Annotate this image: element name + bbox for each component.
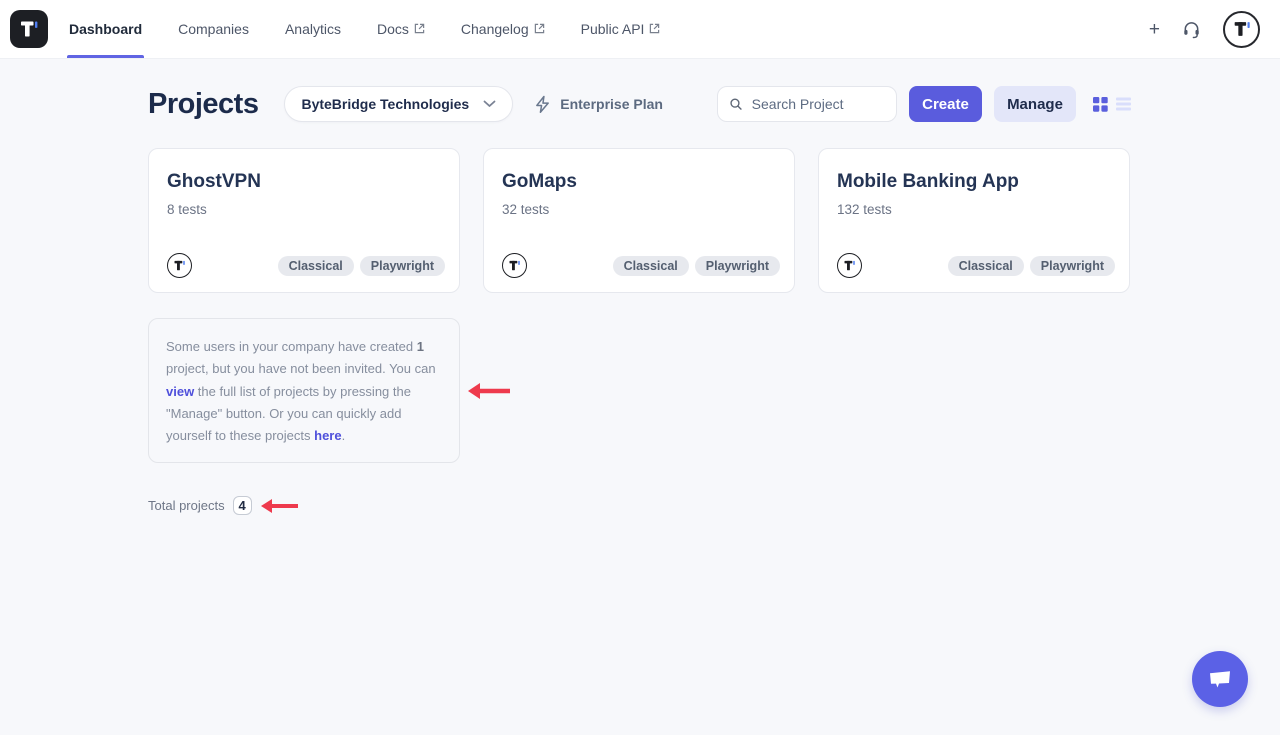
- project-name: GoMaps: [502, 171, 776, 193]
- tag-classical: Classical: [613, 256, 689, 276]
- nav-docs-label: Docs: [377, 21, 409, 37]
- nav-companies-label: Companies: [178, 21, 249, 37]
- search-project-box: [717, 86, 897, 122]
- plan-label: Enterprise Plan: [560, 96, 663, 112]
- project-card-footer: Classical Playwright: [502, 253, 780, 278]
- nav-analytics-label: Analytics: [285, 21, 341, 37]
- notice-row: Some users in your company have created …: [148, 318, 1131, 463]
- nav-dashboard-label: Dashboard: [69, 21, 142, 37]
- project-test-count: 8 tests: [167, 202, 441, 217]
- total-projects-count-badge: 4: [233, 496, 252, 515]
- nav-changelog-label: Changelog: [461, 21, 529, 37]
- page-title: Projects: [148, 88, 258, 121]
- project-tags: Classical Playwright: [948, 256, 1115, 276]
- notice-link-view[interactable]: view: [166, 384, 194, 399]
- search-project-input[interactable]: [752, 96, 885, 112]
- nav-analytics[interactable]: Analytics: [285, 0, 341, 58]
- nav-companies[interactable]: Companies: [178, 0, 249, 58]
- red-arrow-annotation: [466, 382, 512, 400]
- company-selector-dropdown[interactable]: ByteBridge Technologies: [284, 86, 513, 122]
- add-icon[interactable]: +: [1149, 20, 1160, 39]
- project-tags: Classical Playwright: [613, 256, 780, 276]
- projects-actions: Create Manage: [717, 86, 1131, 122]
- nav-docs[interactable]: Docs: [377, 0, 425, 58]
- nav-dashboard[interactable]: Dashboard: [69, 0, 142, 58]
- external-link-icon: [414, 23, 425, 34]
- view-toggles: [1093, 97, 1131, 112]
- main-content: Projects ByteBridge Technologies Enterpr…: [148, 84, 1131, 515]
- tag-playwright: Playwright: [1030, 256, 1115, 276]
- plan-indicator: Enterprise Plan: [534, 95, 663, 114]
- list-view-icon[interactable]: [1116, 97, 1131, 111]
- invitation-notice-box: Some users in your company have created …: [148, 318, 460, 463]
- nav-public-api-label: Public API: [581, 21, 645, 37]
- project-logo-icon: [837, 253, 862, 278]
- tag-classical: Classical: [948, 256, 1024, 276]
- project-tags: Classical Playwright: [278, 256, 445, 276]
- notice-link-here[interactable]: here: [314, 428, 341, 443]
- brand-t-icon: [17, 17, 41, 41]
- project-card-ghostvpn[interactable]: GhostVPN 8 tests Classical Playwright: [148, 148, 460, 293]
- tag-playwright: Playwright: [695, 256, 780, 276]
- tag-classical: Classical: [278, 256, 354, 276]
- notice-text: Some users in your company have created …: [166, 336, 442, 447]
- project-test-count: 32 tests: [502, 202, 776, 217]
- nav-public-api[interactable]: Public API: [581, 0, 661, 58]
- external-link-icon: [649, 23, 660, 34]
- project-card-mobile-banking-app[interactable]: Mobile Banking App 132 tests Classical P…: [818, 148, 1130, 293]
- nav-changelog[interactable]: Changelog: [461, 0, 545, 58]
- project-test-count: 132 tests: [837, 202, 1111, 217]
- total-projects-label: Total projects: [148, 498, 225, 513]
- company-selector-value: ByteBridge Technologies: [301, 96, 469, 112]
- support-headset-icon[interactable]: [1182, 20, 1201, 39]
- project-logo-icon: [167, 253, 192, 278]
- tag-playwright: Playwright: [360, 256, 445, 276]
- top-navigation-bar: Dashboard Companies Analytics Docs Chang…: [0, 0, 1280, 59]
- total-projects-row: Total projects 4: [148, 496, 1131, 515]
- grid-view-icon[interactable]: [1093, 97, 1108, 112]
- topbar-actions: +: [1149, 11, 1260, 48]
- lightning-bolt-icon: [534, 95, 551, 114]
- project-card-gomaps[interactable]: GoMaps 32 tests Classical Playwright: [483, 148, 795, 293]
- project-name: Mobile Banking App: [837, 171, 1111, 193]
- search-icon: [729, 96, 743, 112]
- user-avatar[interactable]: [1223, 11, 1260, 48]
- project-card-footer: Classical Playwright: [837, 253, 1115, 278]
- project-cards-row: GhostVPN 8 tests Classical Playwright Go…: [148, 148, 1131, 293]
- main-nav: Dashboard Companies Analytics Docs Chang…: [69, 0, 696, 58]
- red-arrow-annotation: [260, 498, 300, 514]
- avatar-t-icon: [1231, 18, 1253, 40]
- project-logo-icon: [502, 253, 527, 278]
- chat-bubble-icon: [1207, 667, 1233, 691]
- app-logo[interactable]: [10, 10, 48, 48]
- project-card-footer: Classical Playwright: [167, 253, 445, 278]
- external-link-icon: [534, 23, 545, 34]
- create-button[interactable]: Create: [909, 86, 982, 122]
- projects-header-row: Projects ByteBridge Technologies Enterpr…: [148, 84, 1131, 124]
- manage-button[interactable]: Manage: [994, 86, 1076, 122]
- chevron-down-icon: [483, 100, 496, 108]
- project-name: GhostVPN: [167, 171, 441, 193]
- chat-widget-button[interactable]: [1192, 651, 1248, 707]
